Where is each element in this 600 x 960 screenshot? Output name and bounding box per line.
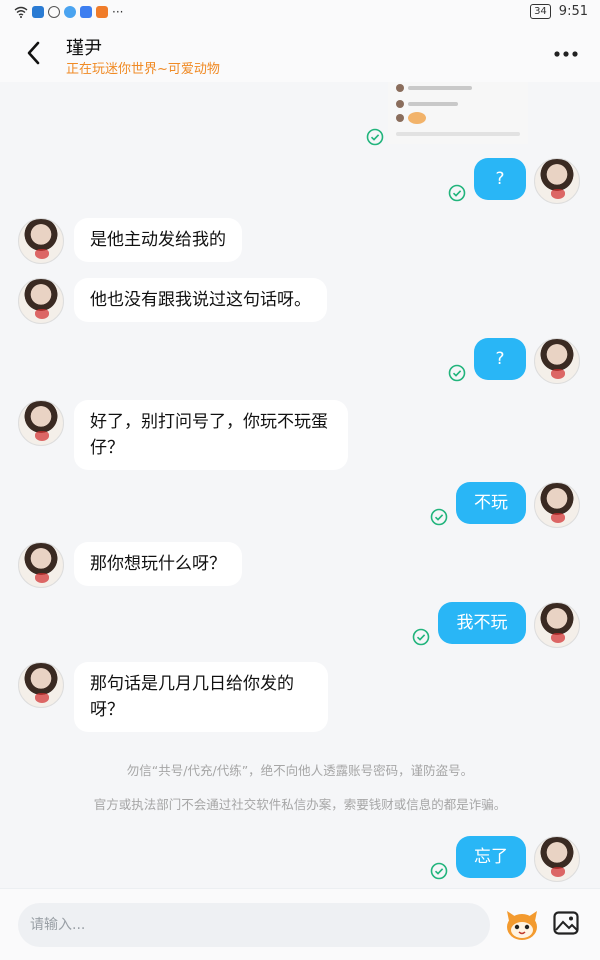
emoji-mascot-icon[interactable] <box>504 907 540 943</box>
contact-avatar[interactable] <box>18 400 64 446</box>
contact-avatar[interactable] <box>18 542 64 588</box>
app-icon-orange <box>96 6 108 18</box>
status-icons: ··· <box>14 5 123 19</box>
app-icon-browser <box>64 6 76 18</box>
read-check-icon <box>430 862 448 880</box>
my-avatar[interactable] <box>534 158 580 204</box>
chat-header: 瑾尹 正在玩迷你世界~可爱动物 <box>0 26 600 82</box>
read-check-icon <box>448 184 466 202</box>
message-bubble-out[interactable]: ? <box>474 158 526 200</box>
message-bubble-in[interactable]: 好了，别打问号了，你玩不玩蛋仔？ <box>74 400 348 470</box>
message-bubble-in[interactable]: 那句话是几月几日给你发的呀？ <box>74 662 328 732</box>
contact-status: 正在玩迷你世界~可爱动物 <box>66 62 220 77</box>
wifi-icon <box>14 6 28 18</box>
more-notifications-icon: ··· <box>112 5 124 19</box>
message-bubble-out[interactable]: ? <box>474 338 526 380</box>
image-picker-icon[interactable] <box>552 909 580 937</box>
contact-avatar[interactable] <box>18 218 64 264</box>
app-icon-square <box>80 6 92 18</box>
message-list[interactable]: ? 是他主动发给我的 他也没有跟我说过这句话呀。 ? 好了，别打问号了，你玩不玩… <box>0 82 600 888</box>
back-arrow-icon[interactable] <box>20 38 50 68</box>
read-check-icon <box>430 508 448 526</box>
battery-indicator: 34 <box>530 4 551 19</box>
read-check-icon <box>412 628 430 646</box>
clock: 9:51 <box>558 4 588 19</box>
contact-name: 瑾尹 <box>66 38 102 59</box>
anti-fraud-notice: 勿信“共号/代充/代练”，绝不向他人透露账号密码，谨防盗号。 <box>126 763 474 778</box>
input-bar: 请输入... <box>0 888 600 960</box>
app-icon-blue <box>32 6 44 18</box>
read-check-icon <box>448 364 466 382</box>
my-avatar[interactable] <box>534 338 580 384</box>
read-check-icon <box>366 128 384 146</box>
anti-fraud-notice: 官方或执法部门不会通过社交软件私信办案，索要钱财或信息的都是诈骗。 <box>93 797 507 812</box>
contact-avatar[interactable] <box>18 662 64 708</box>
message-bubble-out[interactable]: 忘了 <box>456 836 526 878</box>
message-bubble-out[interactable]: 我不玩 <box>438 602 526 644</box>
message-bubble-in[interactable]: 是他主动发给我的 <box>74 218 242 262</box>
more-options-icon[interactable] <box>552 44 580 64</box>
contact-avatar[interactable] <box>18 278 64 324</box>
my-avatar[interactable] <box>534 602 580 648</box>
message-input[interactable]: 请输入... <box>18 903 490 947</box>
message-bubble-out[interactable]: 不玩 <box>456 482 526 524</box>
app-icon-circle <box>48 6 60 18</box>
shared-screenshot-image[interactable] <box>388 82 528 144</box>
status-bar: ··· 34 9:51 <box>0 0 600 26</box>
my-avatar[interactable] <box>534 836 580 882</box>
message-bubble-in[interactable]: 他也没有跟我说过这句话呀。 <box>74 278 327 322</box>
message-bubble-in[interactable]: 那你想玩什么呀？ <box>74 542 242 586</box>
my-avatar[interactable] <box>534 482 580 528</box>
